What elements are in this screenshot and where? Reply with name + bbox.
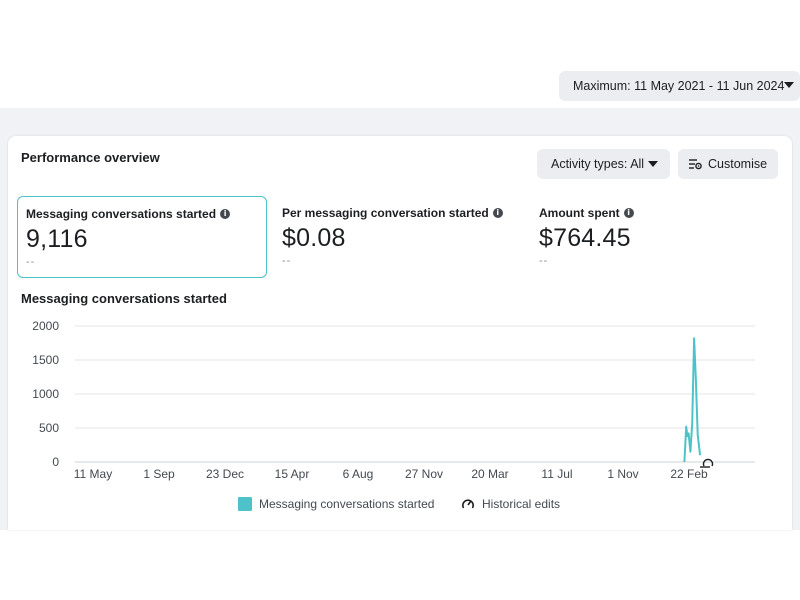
date-range-label: Maximum: 11 May 2021 - 11 Jun 2024: [573, 79, 785, 93]
x-tick-label: 15 Apr: [275, 467, 310, 481]
x-tick-label: 23 Dec: [206, 467, 244, 481]
caret-down-icon: [784, 82, 794, 88]
y-tick-label: 500: [39, 421, 59, 435]
x-tick-label: 22 Feb: [670, 467, 708, 481]
legend-series[interactable]: Messaging conversations started: [238, 497, 434, 511]
performance-overview-card: Performance overview Activity types: All…: [8, 136, 792, 530]
gauge-edit-icon: [462, 499, 474, 509]
date-range-dropdown[interactable]: Maximum: 11 May 2021 - 11 Jun 2024: [559, 71, 800, 101]
historical-edit-marker: [702, 458, 714, 467]
legend-historical-label: Historical edits: [482, 497, 561, 511]
series-line: [683, 337, 702, 463]
legend-historical-edits[interactable]: Historical edits: [461, 497, 560, 511]
x-tick-label: 1 Nov: [607, 467, 638, 481]
x-tick-label: 11 Jul: [541, 467, 572, 481]
x-tick-label: 20 Mar: [471, 467, 508, 481]
legend-swatch: [238, 497, 252, 511]
x-tick-label: 1 Sep: [143, 467, 175, 481]
x-tick-label: 6 Aug: [343, 467, 374, 481]
y-tick-label: 1000: [32, 387, 59, 401]
line-chart: 0 500 1000 1500 2000 11 May 1 Sep 23 Dec 15 Apr 6…: [32, 319, 755, 481]
y-tick-label: 2000: [32, 319, 59, 333]
x-tick-label: 11 May: [74, 467, 112, 481]
y-tick-label: 1500: [32, 353, 59, 367]
legend-series-label: Messaging conversations started: [259, 497, 435, 511]
y-tick-label: 0: [52, 455, 59, 469]
x-tick-label: 27 Nov: [405, 467, 443, 481]
